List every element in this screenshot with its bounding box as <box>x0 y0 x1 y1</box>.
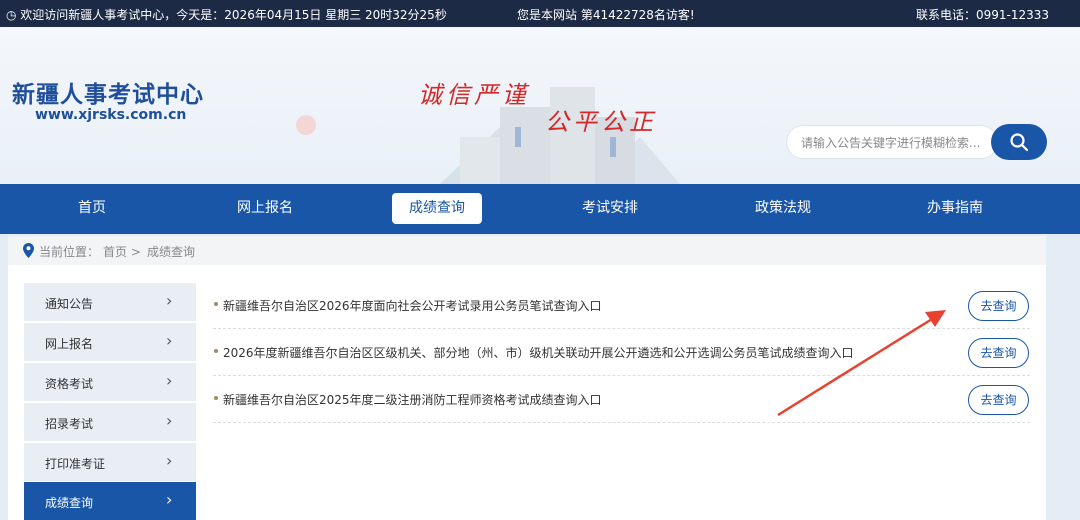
annotation-arrow-icon <box>777 310 946 417</box>
